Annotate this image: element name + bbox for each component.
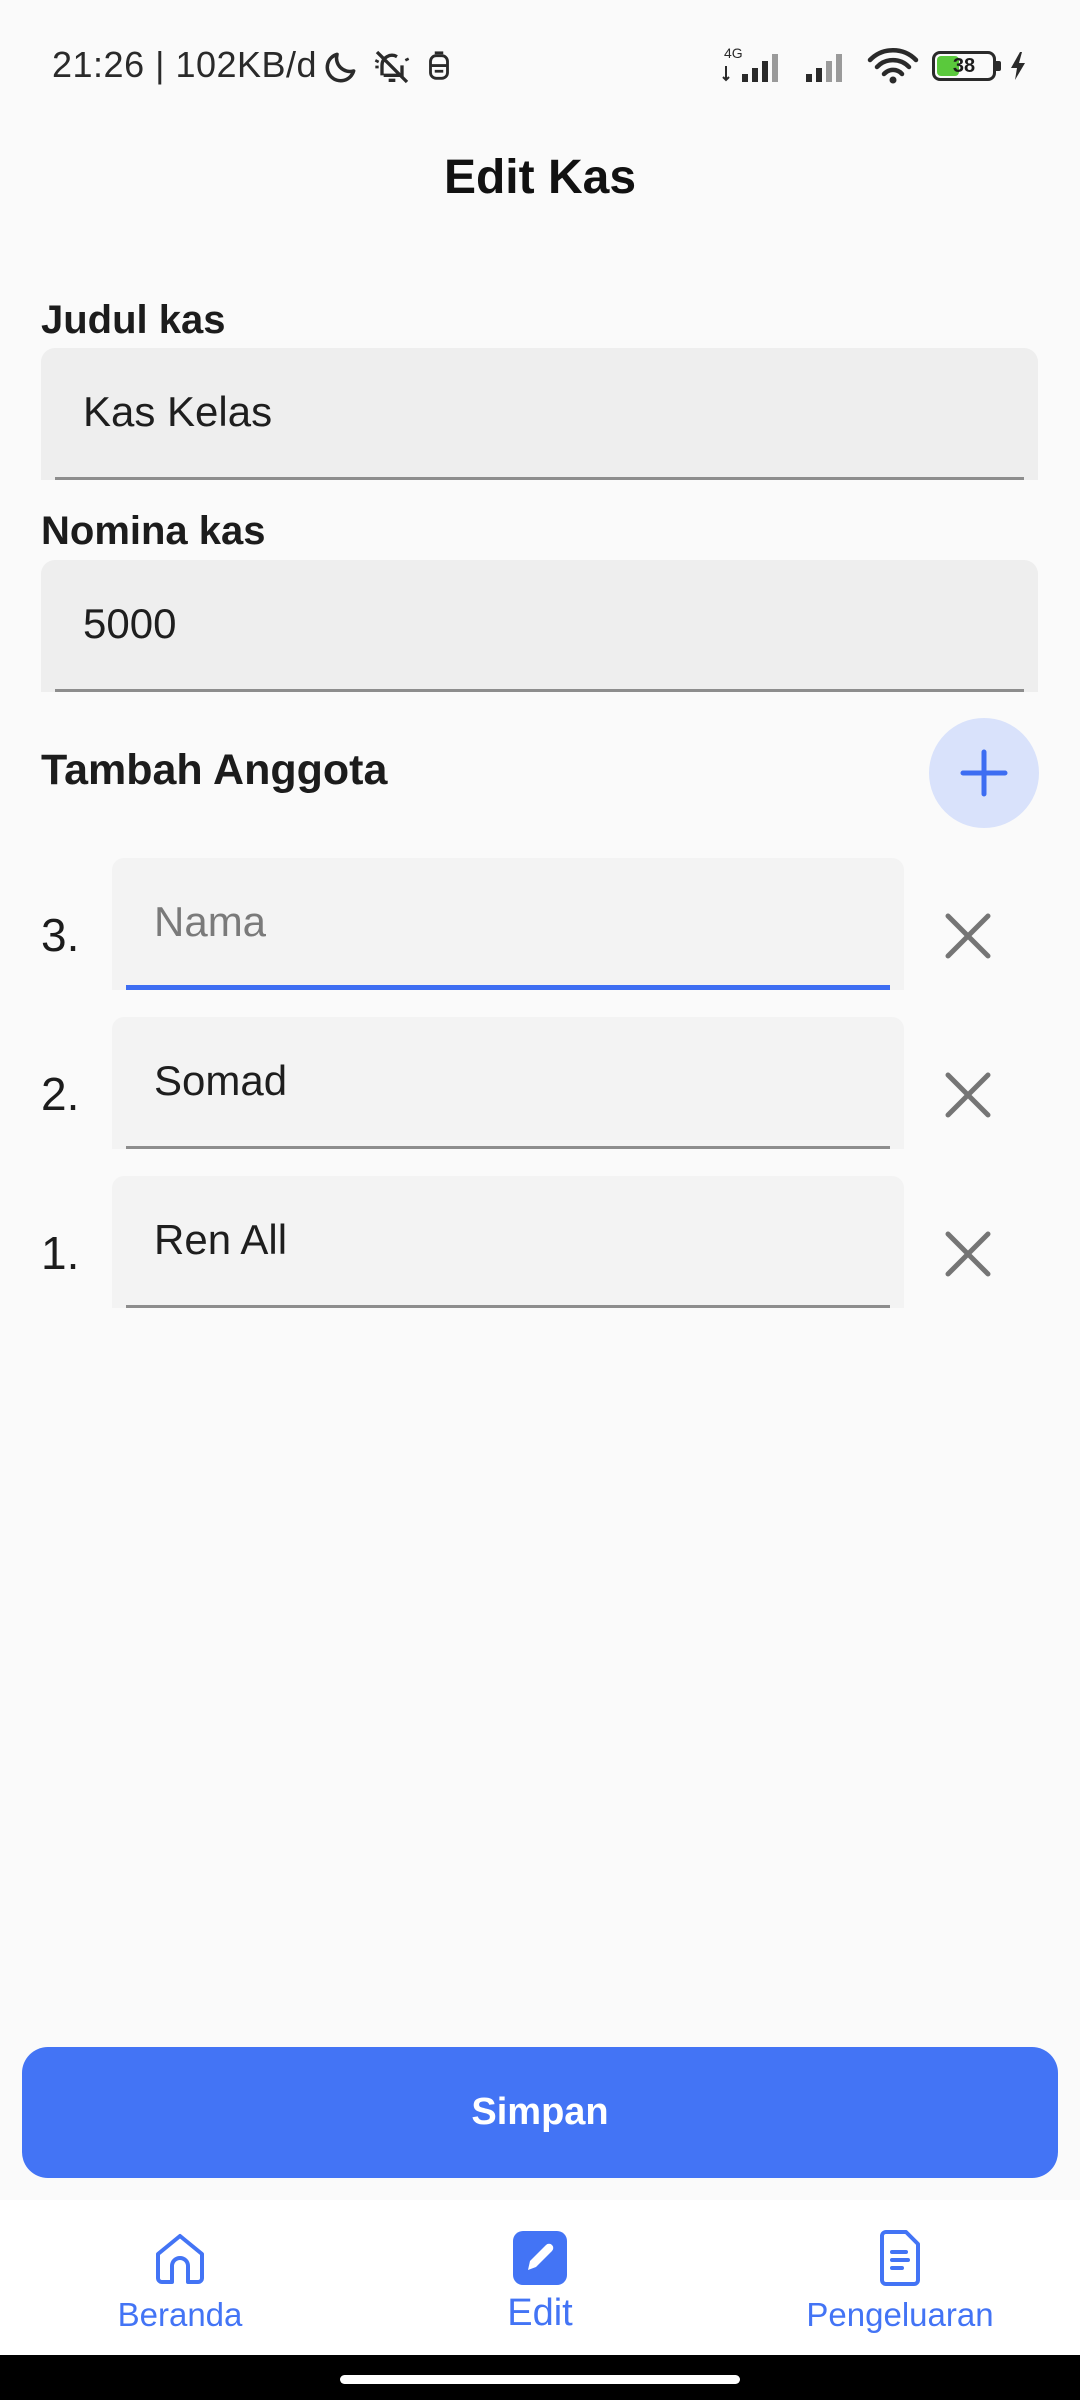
page-title: Edit Kas: [443, 151, 637, 204]
member-name-value: Somad: [154, 1057, 288, 1104]
charging-icon: [1011, 52, 1025, 80]
document-icon: [880, 2230, 920, 2286]
network-type-label: 4G: [724, 45, 743, 61]
home-icon: [156, 2234, 204, 2284]
judul-kas-underline: [55, 477, 1024, 480]
nav-item-pengeluaran[interactable]: Pengeluaran: [780, 2200, 1020, 2355]
nominal-kas-value: 5000: [83, 600, 177, 647]
plus-icon: [960, 749, 1008, 797]
nav-label-edit: Edit: [507, 2292, 573, 2334]
member-row: 1. Ren All: [0, 1176, 1080, 1308]
remove-member-icon[interactable]: [938, 1065, 998, 1125]
nav-item-beranda[interactable]: Beranda: [90, 2200, 270, 2355]
member-name-value: Ren All: [154, 1216, 288, 1263]
member-input-underline: [126, 1305, 890, 1308]
home-indicator[interactable]: [340, 2375, 740, 2384]
status-icons-left: [322, 44, 454, 90]
notification-icon: [429, 51, 449, 80]
bottom-nav: Beranda Edit Pengeluaran: [0, 2200, 1080, 2355]
signal-icon-2: [806, 54, 842, 82]
member-number: 2.: [41, 1068, 80, 1120]
status-bar: 21:26 | 102KB/d 4G 38: [0, 0, 1080, 130]
member-input-underline: [126, 985, 890, 990]
nominal-kas-underline: [55, 689, 1024, 692]
edit-icon: [513, 2231, 567, 2285]
bell-off-icon: [374, 50, 410, 84]
wifi-icon: [867, 48, 919, 84]
judul-kas-value: Kas Kelas: [83, 388, 273, 435]
status-icons-right: 4G 38: [720, 40, 1028, 92]
remove-member-icon[interactable]: [938, 906, 998, 966]
judul-kas-label: Judul kas: [41, 298, 226, 342]
moon-icon: [325, 52, 356, 83]
nominal-kas-field[interactable]: 5000: [41, 560, 1038, 692]
battery-icon: 38: [932, 51, 1001, 81]
nominal-kas-label: Nomina kas: [41, 509, 266, 553]
add-member-button[interactable]: [929, 718, 1039, 828]
member-number: 3.: [41, 909, 80, 961]
signal-icon: 4G: [722, 45, 778, 82]
tambah-anggota-label: Tambah Anggota: [41, 746, 388, 794]
nav-label-pengeluaran: Pengeluaran: [806, 2296, 994, 2333]
judul-kas-field[interactable]: Kas Kelas: [41, 348, 1038, 480]
status-time: 21:26 | 102KB/d: [52, 44, 318, 85]
nav-label-beranda: Beranda: [117, 2296, 243, 2333]
battery-cap: [996, 61, 1001, 71]
remove-member-icon[interactable]: [938, 1224, 998, 1284]
save-button[interactable]: Simpan: [22, 2047, 1058, 2178]
member-name-input[interactable]: [154, 898, 854, 946]
member-input-underline: [126, 1146, 890, 1149]
member-row: 2. Somad: [0, 1017, 1080, 1149]
nav-item-edit[interactable]: Edit: [450, 2200, 630, 2355]
member-name-field[interactable]: Ren All: [112, 1176, 904, 1308]
member-number: 1.: [41, 1227, 80, 1279]
member-row: 3.: [0, 858, 1080, 990]
member-name-field[interactable]: [112, 858, 904, 990]
member-name-field[interactable]: Somad: [112, 1017, 904, 1149]
battery-level: 38: [952, 55, 976, 77]
system-nav-bar: [0, 2355, 1080, 2400]
